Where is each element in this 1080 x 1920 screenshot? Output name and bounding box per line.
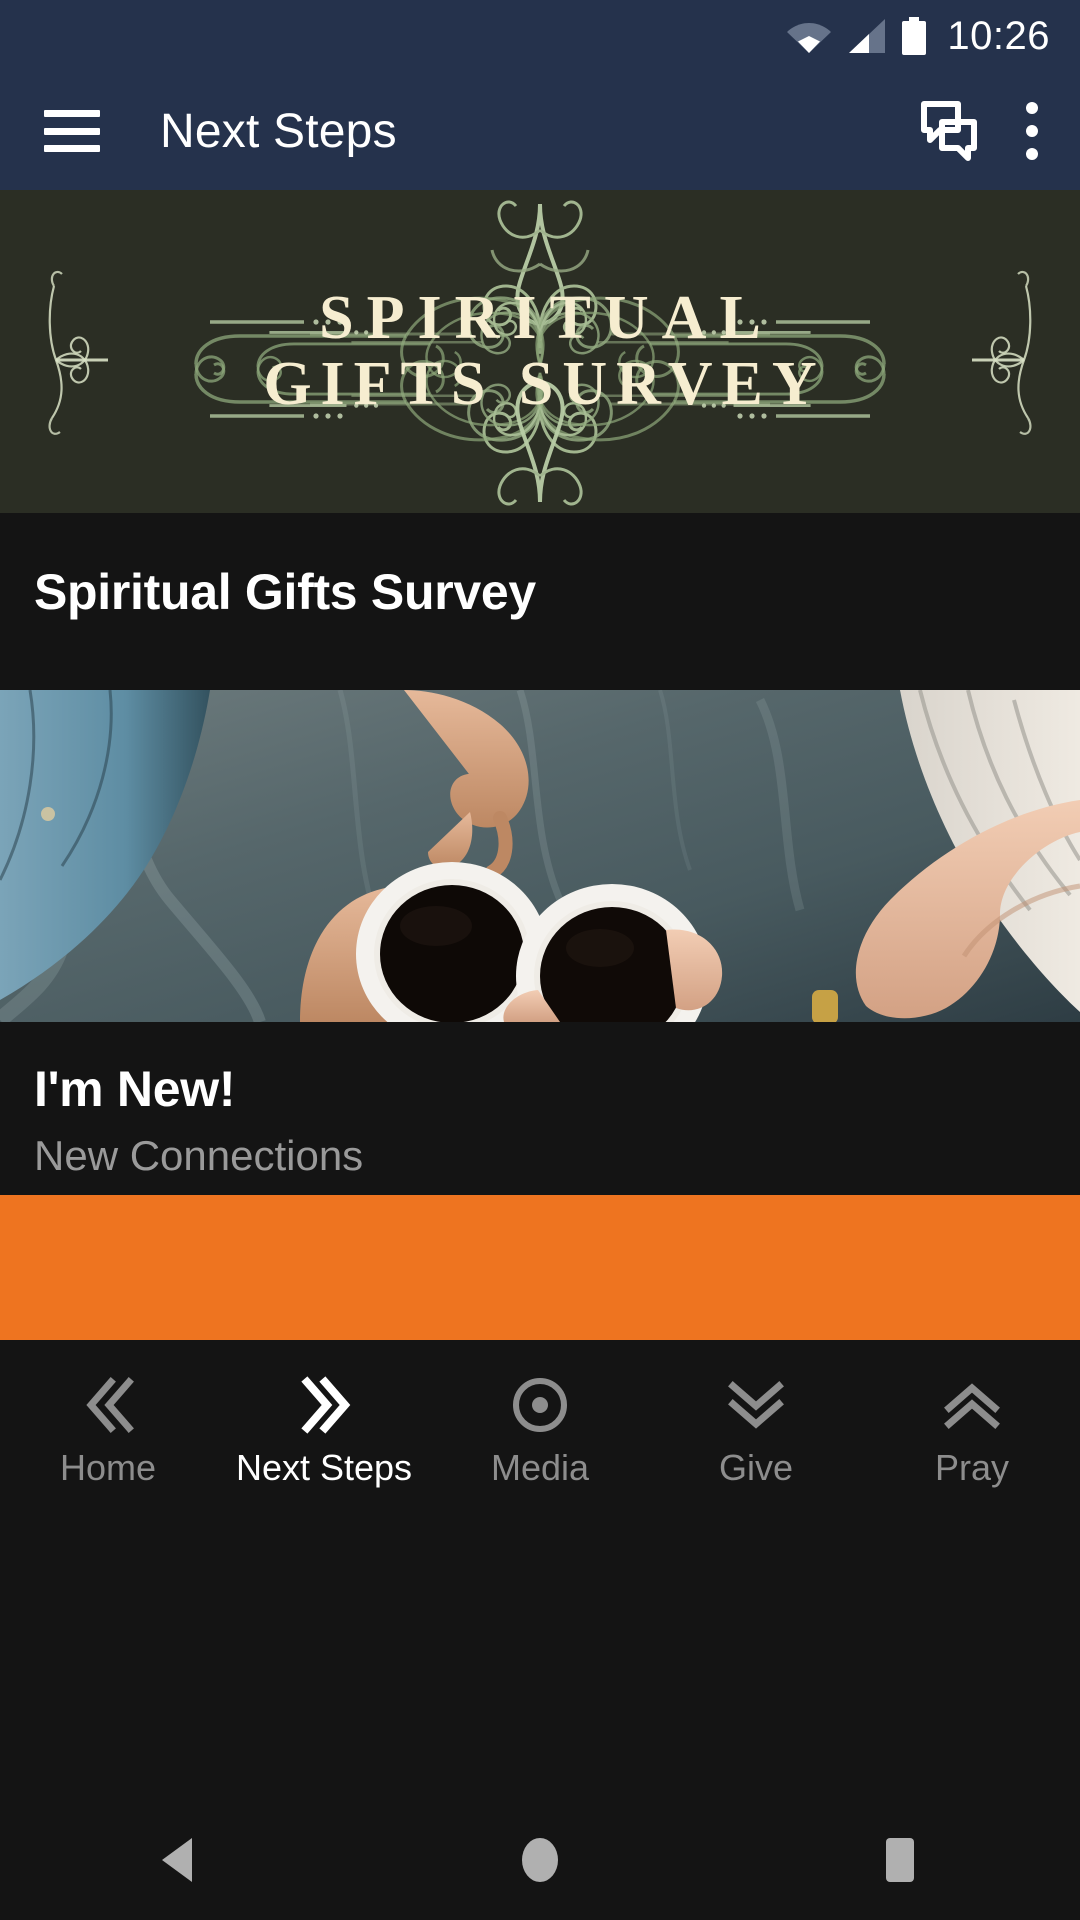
- page-title: Next Steps: [160, 104, 397, 158]
- tab-pray[interactable]: Pray: [864, 1366, 1080, 1486]
- android-navigation-bar: [0, 1800, 1080, 1920]
- card-orange-banner[interactable]: Link It: [0, 1195, 1080, 1340]
- card-photo-coffee: [0, 690, 1080, 1022]
- double-chevron-down-icon: [719, 1366, 793, 1444]
- home-circle-icon[interactable]: [450, 1800, 630, 1920]
- card-banner-image: SPIRITUAL GIFTS SURVEY: [0, 190, 1080, 513]
- chat-bubbles-icon[interactable]: [918, 100, 980, 162]
- app-bar-actions: [918, 100, 1080, 162]
- tab-media[interactable]: Media: [432, 1366, 648, 1486]
- status-bar-clock: 10:26: [947, 14, 1050, 58]
- tab-label: Pray: [934, 1447, 1010, 1488]
- double-chevron-left-icon: [71, 1366, 145, 1444]
- back-triangle-icon[interactable]: [90, 1800, 270, 1920]
- tab-next-steps[interactable]: Next Steps: [216, 1366, 432, 1486]
- double-chevron-up-icon: [935, 1366, 1009, 1444]
- card-im-new[interactable]: I'm New! New Connections: [0, 690, 1080, 1195]
- card-text-block: I'm New! New Connections: [0, 1022, 1080, 1195]
- card-title: I'm New!: [34, 1061, 236, 1117]
- battery-icon: [901, 17, 927, 55]
- status-bar: 10:26: [0, 0, 1080, 72]
- target-circle-icon: [503, 1366, 577, 1444]
- hamburger-menu-icon[interactable]: [44, 110, 100, 152]
- tab-label: Home: [59, 1447, 157, 1488]
- app-bar: Next Steps: [0, 72, 1080, 190]
- content-scroll-area[interactable]: SPIRITUAL GIFTS SURVEY Spiritual Gifts S…: [0, 190, 1080, 1340]
- card-title: Spiritual Gifts Survey: [34, 564, 536, 620]
- wifi-icon: [787, 19, 832, 53]
- tab-label: Next Steps: [235, 1447, 413, 1488]
- bottom-tab-bar: Home Next Steps Media Give Pray: [0, 1340, 1080, 1800]
- overflow-menu-icon[interactable]: [1026, 102, 1038, 160]
- app-screen: 10:26 Next Steps SPIRITUAL GIFTS SURVEY …: [0, 0, 1080, 1920]
- tab-label: Media: [490, 1447, 590, 1488]
- card-subtitle: New Connections: [34, 1132, 364, 1179]
- card-spiritual-gifts-survey[interactable]: SPIRITUAL GIFTS SURVEY Spiritual Gifts S…: [0, 190, 1080, 690]
- card-text-block: Spiritual Gifts Survey: [0, 513, 1080, 690]
- cellular-signal-icon: [845, 19, 887, 53]
- tab-home[interactable]: Home: [0, 1366, 216, 1486]
- tab-label: Give: [718, 1447, 794, 1488]
- double-chevron-right-icon: [287, 1366, 361, 1444]
- tab-give[interactable]: Give: [648, 1366, 864, 1486]
- recents-square-icon[interactable]: [810, 1800, 990, 1920]
